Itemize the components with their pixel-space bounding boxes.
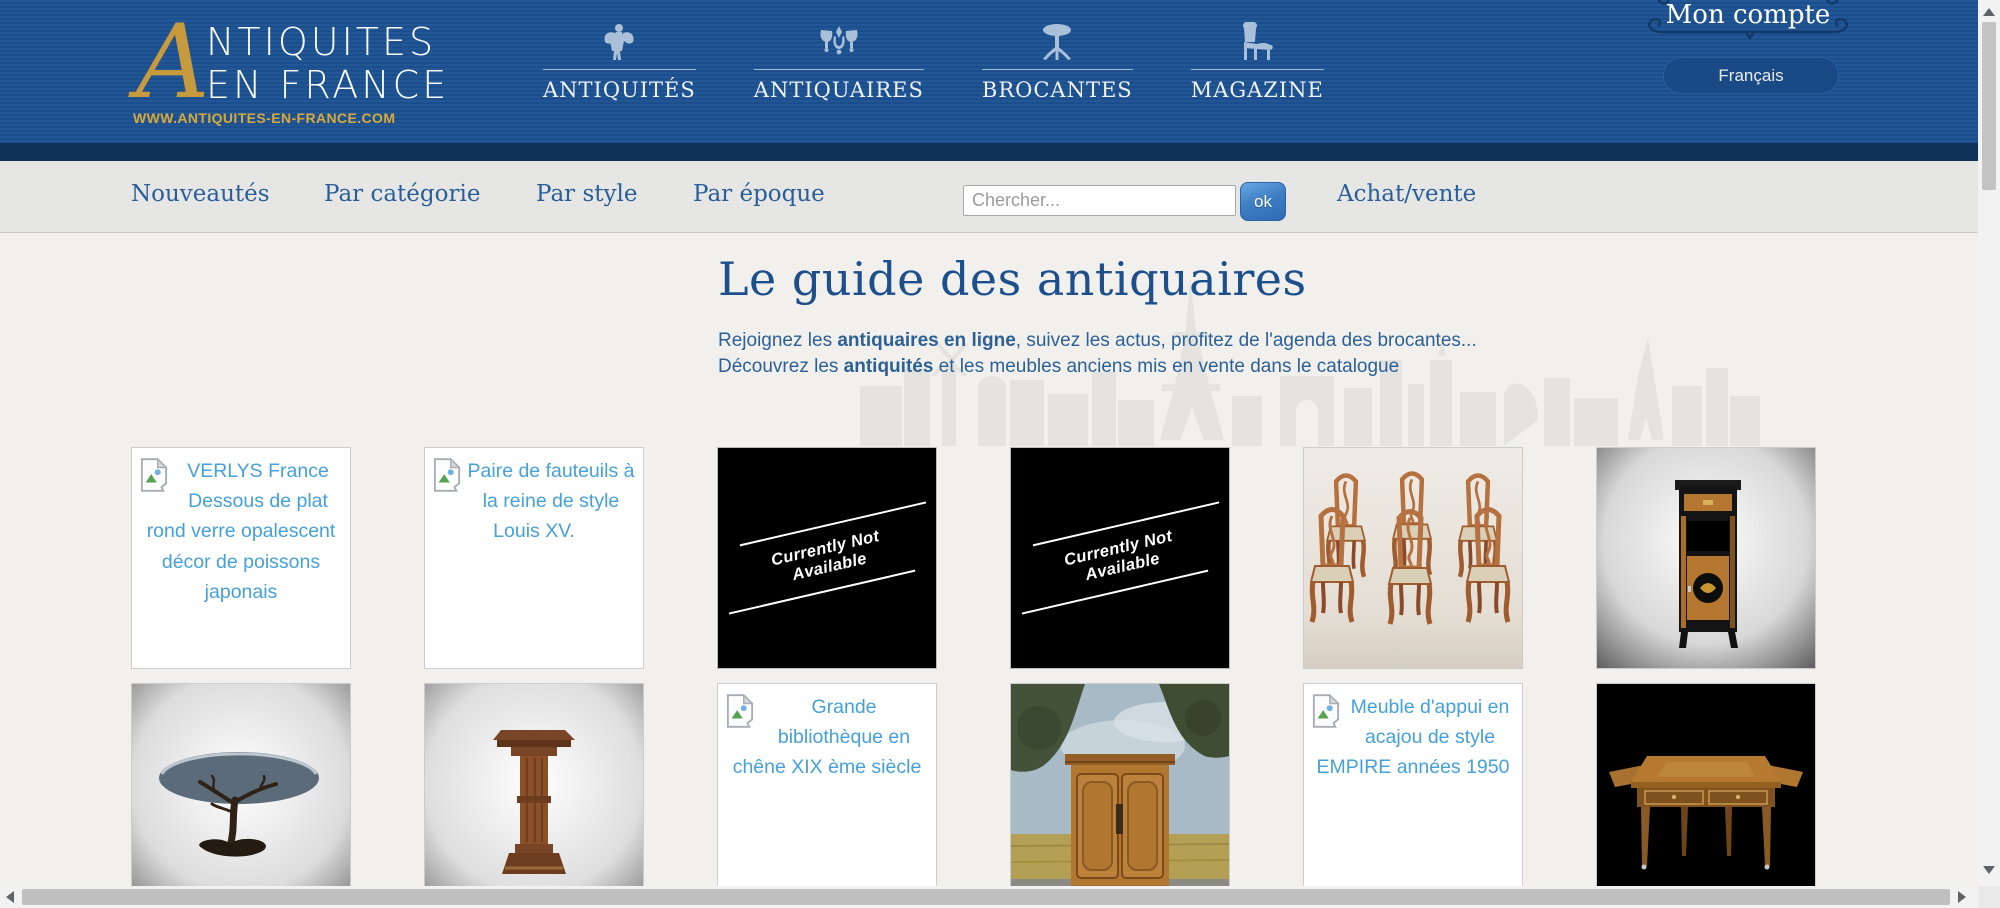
vertical-scroll-thumb[interactable] <box>1982 22 1996 190</box>
scroll-left-arrow[interactable] <box>6 891 14 903</box>
not-available-stamp: Currently Not Available <box>733 519 922 598</box>
language-label: Français <box>1718 66 1783 86</box>
nav-divider <box>1191 69 1324 70</box>
vertical-scrollbar[interactable] <box>1978 0 2000 908</box>
image-alt-text: Grande bibliothèque en chêne XIX ème siè… <box>724 692 930 783</box>
product-card-meuble-appui[interactable]: Meuble d'appui en acajou de style EMPIRE… <box>1303 683 1523 905</box>
sconces-icon <box>817 20 861 62</box>
site-logo[interactable]: A NTIQUITES EN FRANCE WWW.ANTIQUITES-EN-… <box>128 0 458 143</box>
nav-item-magazine[interactable]: MAGAZINE <box>1191 20 1324 102</box>
nav-divider <box>754 69 924 70</box>
nav-label: ANTIQUAIRES <box>754 78 924 102</box>
logo-url: WWW.ANTIQUITES-EN-FRANCE.COM <box>133 110 395 126</box>
product-photo-table-leaves[interactable] <box>1596 683 1816 905</box>
search-input[interactable] <box>963 185 1236 216</box>
product-photo-armoire[interactable] <box>1010 683 1230 905</box>
cherub-icon <box>601 20 637 62</box>
link-par-categorie[interactable]: Par catégorie <box>324 181 480 207</box>
language-button[interactable]: Français <box>1663 57 1839 94</box>
not-available-stamp: Currently Not Available <box>1026 519 1215 598</box>
page: A NTIQUITES EN FRANCE WWW.ANTIQUITES-EN-… <box>0 0 1978 908</box>
armchair-icon <box>1239 20 1275 62</box>
my-account-button[interactable]: Mon compte <box>1638 0 1858 48</box>
product-card-bibliotheque[interactable]: Grande bibliothèque en chêne XIX ème siè… <box>717 683 937 905</box>
product-card-unavailable[interactable]: Currently Not Available <box>1010 447 1230 669</box>
nav-item-antiquaires[interactable]: ANTIQUAIRES <box>754 20 924 102</box>
logo-line1: NTIQUITES <box>206 20 436 64</box>
nav-divider <box>982 69 1133 70</box>
logo-initial: A <box>136 12 210 114</box>
main-nav: ANTIQUITÉS A <box>543 20 1324 102</box>
horizontal-scrollbar[interactable] <box>0 886 1978 908</box>
link-achat-vente[interactable]: Achat/vente <box>1337 181 1476 207</box>
scroll-right-arrow[interactable] <box>1958 891 1966 903</box>
link-nouveautes[interactable]: Nouveautés <box>131 181 270 207</box>
nav-label: ANTIQUITÉS <box>543 78 696 102</box>
product-card-verlys[interactable]: VERLYS France Dessous de plat rond verre… <box>131 447 351 669</box>
horizontal-scroll-thumb[interactable] <box>22 889 1950 905</box>
link-par-style[interactable]: Par style <box>536 181 637 207</box>
search-submit-label: ok <box>1254 192 1272 212</box>
search-submit-button[interactable]: ok <box>1240 182 1286 221</box>
product-card-unavailable[interactable]: Currently Not Available <box>717 447 937 669</box>
intro-line-2: Découvrez les antiquités et les meubles … <box>718 356 1399 378</box>
broken-image-icon <box>433 458 461 497</box>
link-par-epoque[interactable]: Par époque <box>693 181 825 207</box>
nav-item-antiquites[interactable]: ANTIQUITÉS <box>543 20 696 102</box>
product-photo-black-cabinet[interactable] <box>1596 447 1816 669</box>
broken-image-icon <box>140 458 168 497</box>
image-alt-text: VERLYS France Dessous de plat rond verre… <box>138 456 344 607</box>
secondary-nav: Nouveautés Par catégorie Par style Par é… <box>0 161 1978 233</box>
nav-label: BROCANTES <box>982 78 1133 102</box>
scroll-down-arrow[interactable] <box>1983 866 1995 874</box>
broken-image-icon <box>1312 694 1340 733</box>
my-account-label: Mon compte <box>1638 0 1858 30</box>
product-photo-six-chairs[interactable] <box>1303 447 1523 669</box>
image-alt-text: Meuble d'appui en acajou de style EMPIRE… <box>1310 692 1516 783</box>
product-photo-tree-table[interactable] <box>131 683 351 905</box>
header-bottom-strip <box>0 143 1978 161</box>
pedestal-table-icon <box>1037 20 1077 62</box>
broken-image-icon <box>726 694 754 733</box>
scroll-up-arrow[interactable] <box>1983 8 1995 16</box>
site-header: A NTIQUITES EN FRANCE WWW.ANTIQUITES-EN-… <box>0 0 1978 143</box>
page-title: Le guide des antiquaires <box>718 252 1307 306</box>
product-card-fauteuils[interactable]: Paire de fauteuils à la reine de style L… <box>424 447 644 669</box>
product-photo-pedestal-column[interactable] <box>424 683 644 905</box>
scrollbar-corner <box>1978 886 2000 908</box>
intro-line-1: Rejoignez les antiquaires en ligne, suiv… <box>718 330 1477 352</box>
nav-divider <box>543 69 696 70</box>
nav-label: MAGAZINE <box>1191 78 1324 102</box>
image-alt-text: Paire de fauteuils à la reine de style L… <box>431 456 637 547</box>
nav-item-brocantes[interactable]: BROCANTES <box>982 20 1133 102</box>
logo-line2: EN FRANCE <box>206 63 449 107</box>
